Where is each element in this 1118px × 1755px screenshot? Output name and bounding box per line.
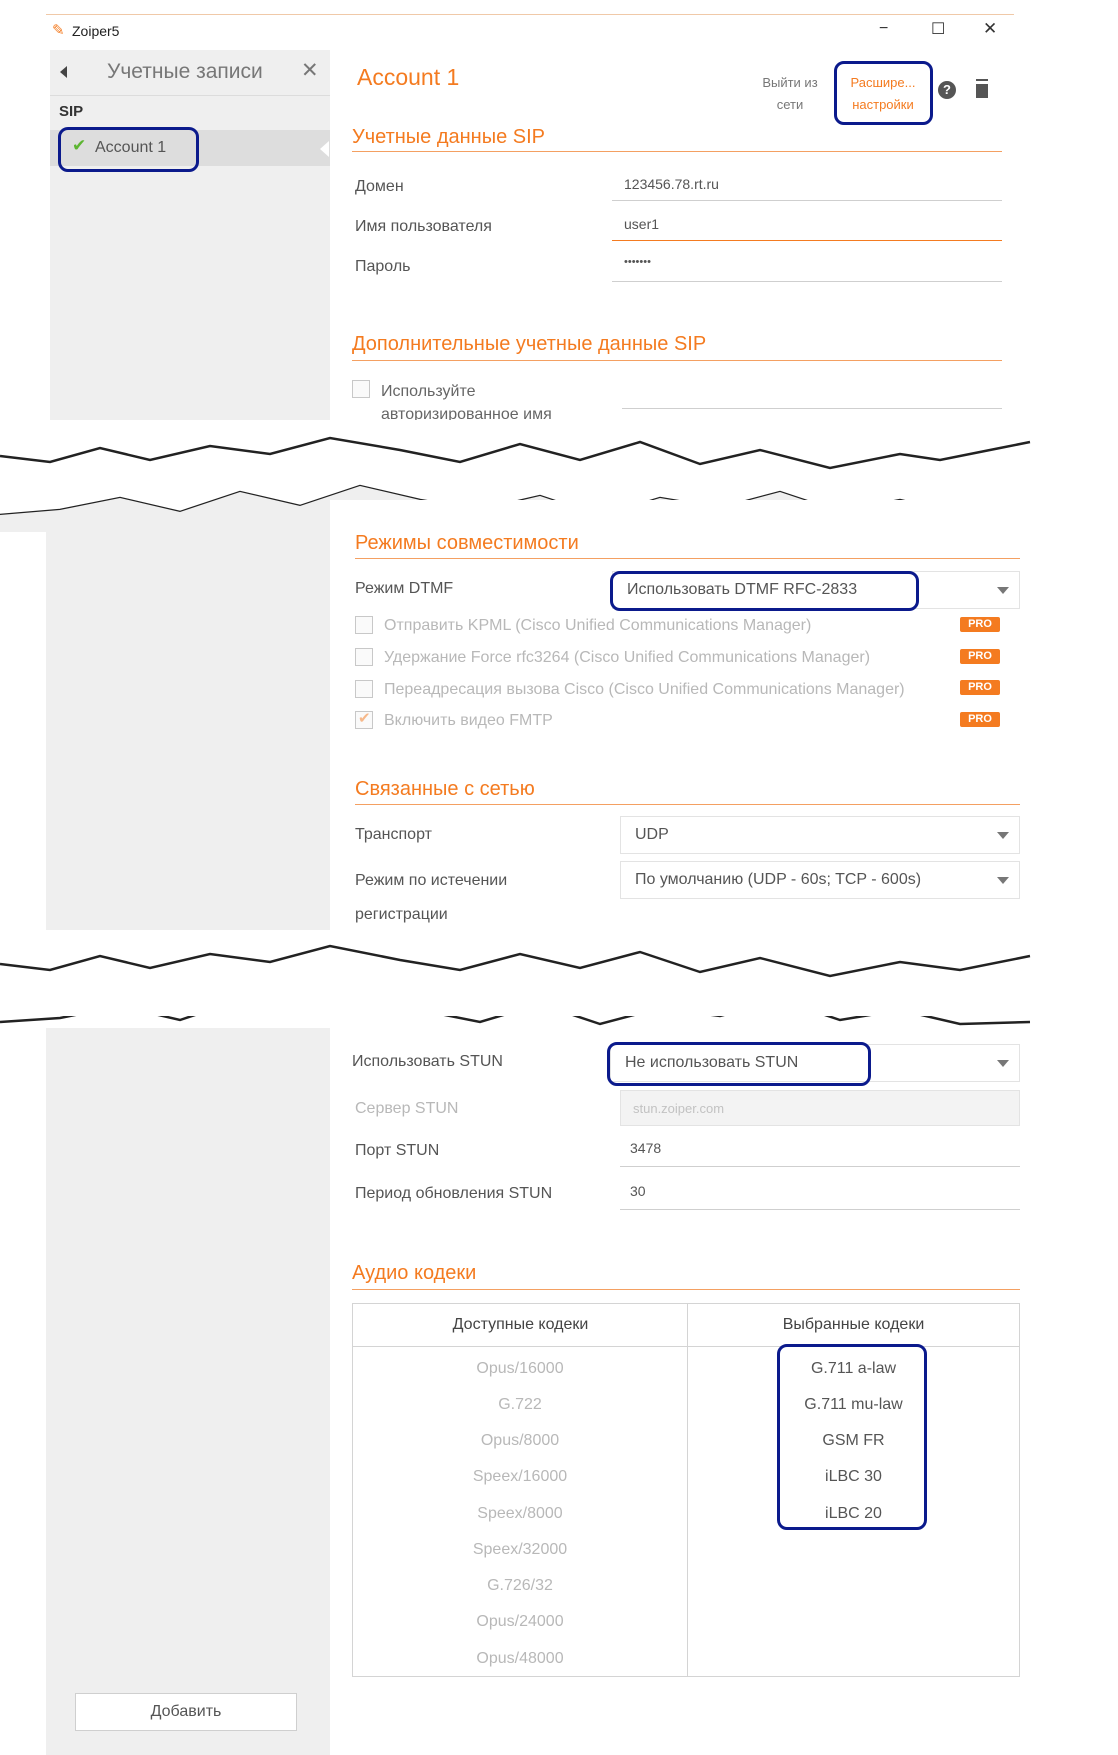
stun-server-field[interactable]: stun.zoiper.com [620,1090,1020,1126]
codec-header-row: Доступные кодеки Выбранные кодеки [353,1304,1019,1347]
stun-refresh-underline [620,1209,1020,1210]
available-codec-item[interactable]: Opus/48000 [353,1650,687,1668]
collapse-arrow-icon[interactable] [60,66,67,78]
username-underline [612,240,1002,241]
sidebar-bottom: Добавить [46,1028,330,1755]
kpml-checkbox[interactable] [355,616,373,634]
pro-badge: PRO [960,649,1000,664]
sidebar: Учетные записи ✕ SIP ✔ Account 1 [50,50,330,428]
pro-badge: PRO [960,617,1000,632]
password-underline [612,281,1002,282]
pro-badge: PRO [960,680,1000,695]
selected-codecs-highlight [777,1344,927,1530]
add-account-button[interactable]: Добавить [75,1693,297,1731]
minimize-button[interactable]: − [879,20,888,38]
account-pointer-icon [320,141,329,157]
add-account-label: Добавить [150,1703,222,1720]
pro-badge: PRO [960,712,1000,727]
video-fmtp-checkbox[interactable]: ✔ [355,710,373,729]
compatibility-title: Режимы совместимости [355,532,579,554]
stun-port-underline [620,1166,1020,1167]
sidebar-middle [46,528,330,940]
available-codecs-header: Доступные кодеки [452,1316,589,1333]
sidebar-close-button[interactable]: ✕ [301,58,319,83]
use-stun-highlight [607,1042,871,1086]
additional-sip-title: Дополнительные учетные данные SIP [352,333,707,355]
transport-select[interactable]: UDP [620,816,1020,854]
available-codec-item[interactable]: Speex/8000 [353,1505,687,1523]
advanced-settings-highlight [834,61,933,125]
reg-expiry-label: Режим по истечении регистрации [355,872,508,923]
cisco-forward-checkbox[interactable] [355,680,373,698]
transport-select-value: UDP [635,826,669,843]
chevron-down-icon [997,832,1009,839]
account-title: Account 1 [357,64,460,90]
available-codec-item[interactable]: G.722 [353,1396,687,1414]
checkmark-icon: ✔ [358,710,371,727]
auth-name-underline [622,408,1002,409]
sip-group-label: SIP [59,103,84,120]
available-codecs-list: Opus/16000 G.722 Opus/8000 Speex/16000 S… [353,1346,687,1676]
chevron-down-icon [997,877,1009,884]
audio-codecs-title: Аудио кодеки [352,1262,477,1284]
section-divider [352,1289,1020,1290]
password-field[interactable]: ••••••• [624,256,651,268]
dtmf-highlight [610,571,919,611]
app-logo-icon: ✎ [52,22,65,39]
stun-refresh-label: Период обновления STUN [355,1185,553,1202]
titlebar: ✎ Zoiper5 − ☐ ✕ [46,14,1014,47]
use-stun-label: Использовать STUN [352,1053,503,1070]
username-field[interactable]: user1 [624,216,659,232]
help-icon[interactable]: ? [938,81,956,99]
section-divider [352,360,1002,361]
available-codec-item[interactable]: Opus/8000 [353,1432,687,1450]
use-auth-name-checkbox[interactable] [352,380,370,398]
logout-button[interactable]: Выйти из сети [752,72,828,116]
force-rfc3264-label: Удержание Force rfc3264 (Cisco Unified C… [384,649,871,666]
video-fmtp-label: Включить видео FMTP [384,712,553,729]
cisco-forward-label: Переадресация вызова Cisco (Cisco Unifie… [384,681,905,698]
reg-expiry-select-value: По умолчанию (UDP - 60s; TCP - 600s) [635,871,922,888]
chevron-down-icon [997,587,1009,594]
selected-codecs-header: Выбранные кодеки [782,1316,925,1333]
stun-server-label: Сервер STUN [355,1100,459,1117]
maximize-button[interactable]: ☐ [931,19,945,39]
tear-mask [330,500,1118,532]
available-codec-item[interactable]: Speex/32000 [353,1541,687,1559]
domain-label: Домен [355,178,404,195]
domain-field[interactable]: 123456.78.rt.ru [624,176,719,192]
network-title: Связанные с сетью [355,778,535,800]
transport-label: Транспорт [355,826,432,843]
kpml-label: Отправить KPML (Cisco Unified Communicat… [384,617,812,634]
account-highlight [58,127,199,172]
username-label: Имя пользователя [355,218,492,235]
chevron-down-icon [997,1060,1009,1067]
sidebar-title: Учетные записи [107,60,263,83]
reg-expiry-select[interactable]: По умолчанию (UDP - 60s; TCP - 600s) [620,861,1020,899]
force-rfc3264-checkbox[interactable] [355,648,373,666]
delete-trash-icon[interactable] [976,81,988,98]
sidebar-header: Учетные записи ✕ [50,50,330,96]
tear-mask [0,980,1118,1016]
password-label: Пароль [355,258,411,275]
section-divider [355,558,1020,559]
sip-credentials-title: Учетные данные SIP [352,126,546,148]
available-codec-item[interactable]: Opus/16000 [353,1360,687,1378]
close-window-button[interactable]: ✕ [983,19,997,39]
stun-port-field[interactable]: 3478 [630,1140,661,1156]
stun-refresh-field[interactable]: 30 [630,1183,646,1199]
stun-server-value: stun.zoiper.com [633,1101,725,1116]
domain-underline [612,200,1002,201]
section-divider [352,151,1002,152]
app-title: Zoiper5 [72,23,120,39]
available-codec-item[interactable]: G.726/32 [353,1577,687,1595]
available-codec-item[interactable]: Speex/16000 [353,1468,687,1486]
section-divider [355,804,1020,805]
dtmf-label: Режим DTMF [355,580,454,597]
available-codec-item[interactable]: Opus/24000 [353,1613,687,1631]
stun-port-label: Порт STUN [355,1142,440,1159]
